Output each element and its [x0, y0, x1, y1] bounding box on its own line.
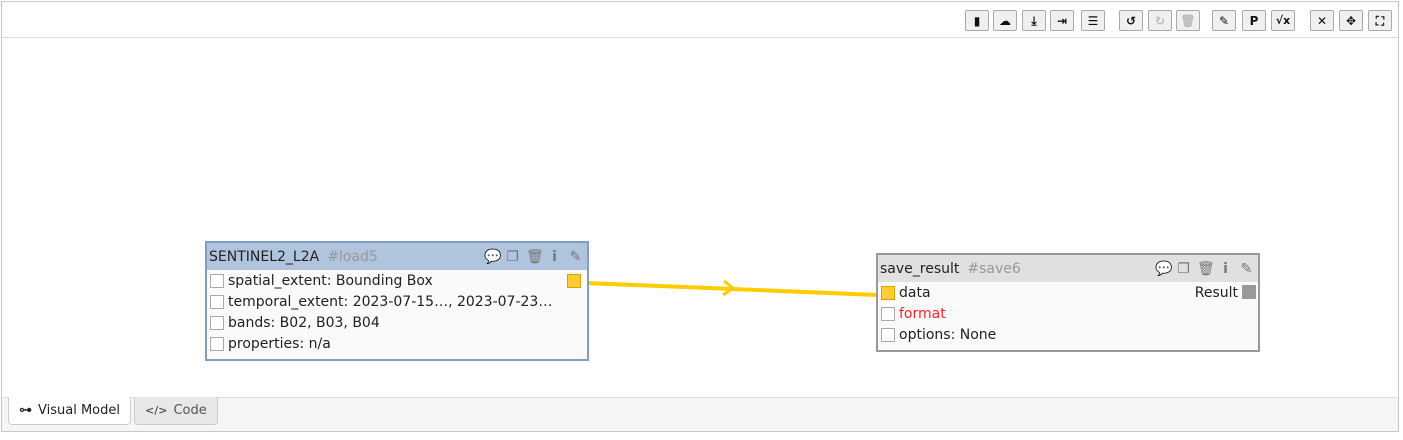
param-port[interactable] [210, 273, 224, 288]
graph-icon: ⊶ [19, 403, 32, 418]
param-port[interactable] [881, 327, 895, 342]
edit-icon[interactable]: ✎ [1239, 261, 1254, 277]
param-properties[interactable]: properties: n/a [207, 333, 587, 354]
clone-icon[interactable]: ❐ [505, 249, 520, 265]
tab-label: Code [173, 403, 207, 418]
tab-code[interactable]: </> Code [134, 397, 218, 425]
code-icon: </> [145, 404, 168, 417]
param-label: bands: B02, B03, B04 [228, 314, 380, 331]
edit-icon[interactable]: ✎ [568, 249, 583, 265]
param-label: spatial_extent: Bounding Box [228, 272, 433, 289]
param-port[interactable] [210, 336, 224, 351]
param-label: options: None [899, 326, 997, 343]
info-icon[interactable]: i [1218, 261, 1233, 277]
comment-icon[interactable]: 💬 [1155, 261, 1172, 277]
param-label-required: format [899, 305, 946, 322]
model-builder: ▮ ☁ ⤓ ⇥ ☰ ↺ ↻ 🗑 ✎ P √x ✕ ✥ ⛶ SENTINEL2_L… [1, 1, 1399, 432]
param-port[interactable] [210, 315, 224, 330]
clone-icon[interactable]: ❐ [1176, 261, 1191, 277]
output-port[interactable] [1242, 285, 1256, 299]
comment-icon[interactable]: 💬 [484, 249, 501, 265]
node-title: save_result [880, 260, 960, 277]
output-label: Result [1194, 284, 1238, 301]
tab-bar: ⊶ Visual Model </> Code [2, 397, 1398, 431]
param-bands[interactable]: bands: B02, B03, B04 [207, 312, 587, 333]
param-label: data [899, 284, 931, 301]
node-id: #save6 [967, 260, 1021, 277]
node-load-collection[interactable]: SENTINEL2_L2A #load5 💬 ❐ 🗑 i ✎ spatial_e… [205, 241, 589, 361]
param-data[interactable]: data Result [878, 282, 1258, 303]
param-port[interactable] [881, 285, 895, 300]
tab-visual-model[interactable]: ⊶ Visual Model [8, 397, 131, 425]
param-port[interactable] [210, 294, 224, 309]
node-header[interactable]: save_result #save6 💬 ❐ 🗑 i ✎ [878, 255, 1258, 282]
param-options[interactable]: options: None [878, 324, 1258, 345]
output-port[interactable] [567, 274, 581, 288]
param-temporal-extent[interactable]: temporal_extent: 2023-07-15…, 2023-07-23… [207, 291, 587, 312]
param-label: temporal_extent: 2023-07-15…, 2023-07-23… [228, 293, 553, 310]
param-label: properties: n/a [228, 335, 331, 352]
node-header[interactable]: SENTINEL2_L2A #load5 💬 ❐ 🗑 i ✎ [207, 243, 587, 270]
tab-label: Visual Model [38, 403, 120, 418]
param-port[interactable] [881, 306, 895, 321]
info-icon[interactable]: i [547, 249, 562, 265]
param-format[interactable]: format [878, 303, 1258, 324]
node-title: SENTINEL2_L2A [209, 248, 320, 265]
param-spatial-extent[interactable]: spatial_extent: Bounding Box [207, 270, 587, 291]
node-id: #load5 [327, 248, 378, 265]
delete-icon[interactable]: 🗑 [1197, 261, 1215, 277]
delete-icon[interactable]: 🗑 [526, 249, 544, 265]
node-save-result[interactable]: save_result #save6 💬 ❐ 🗑 i ✎ data Result… [876, 253, 1260, 352]
